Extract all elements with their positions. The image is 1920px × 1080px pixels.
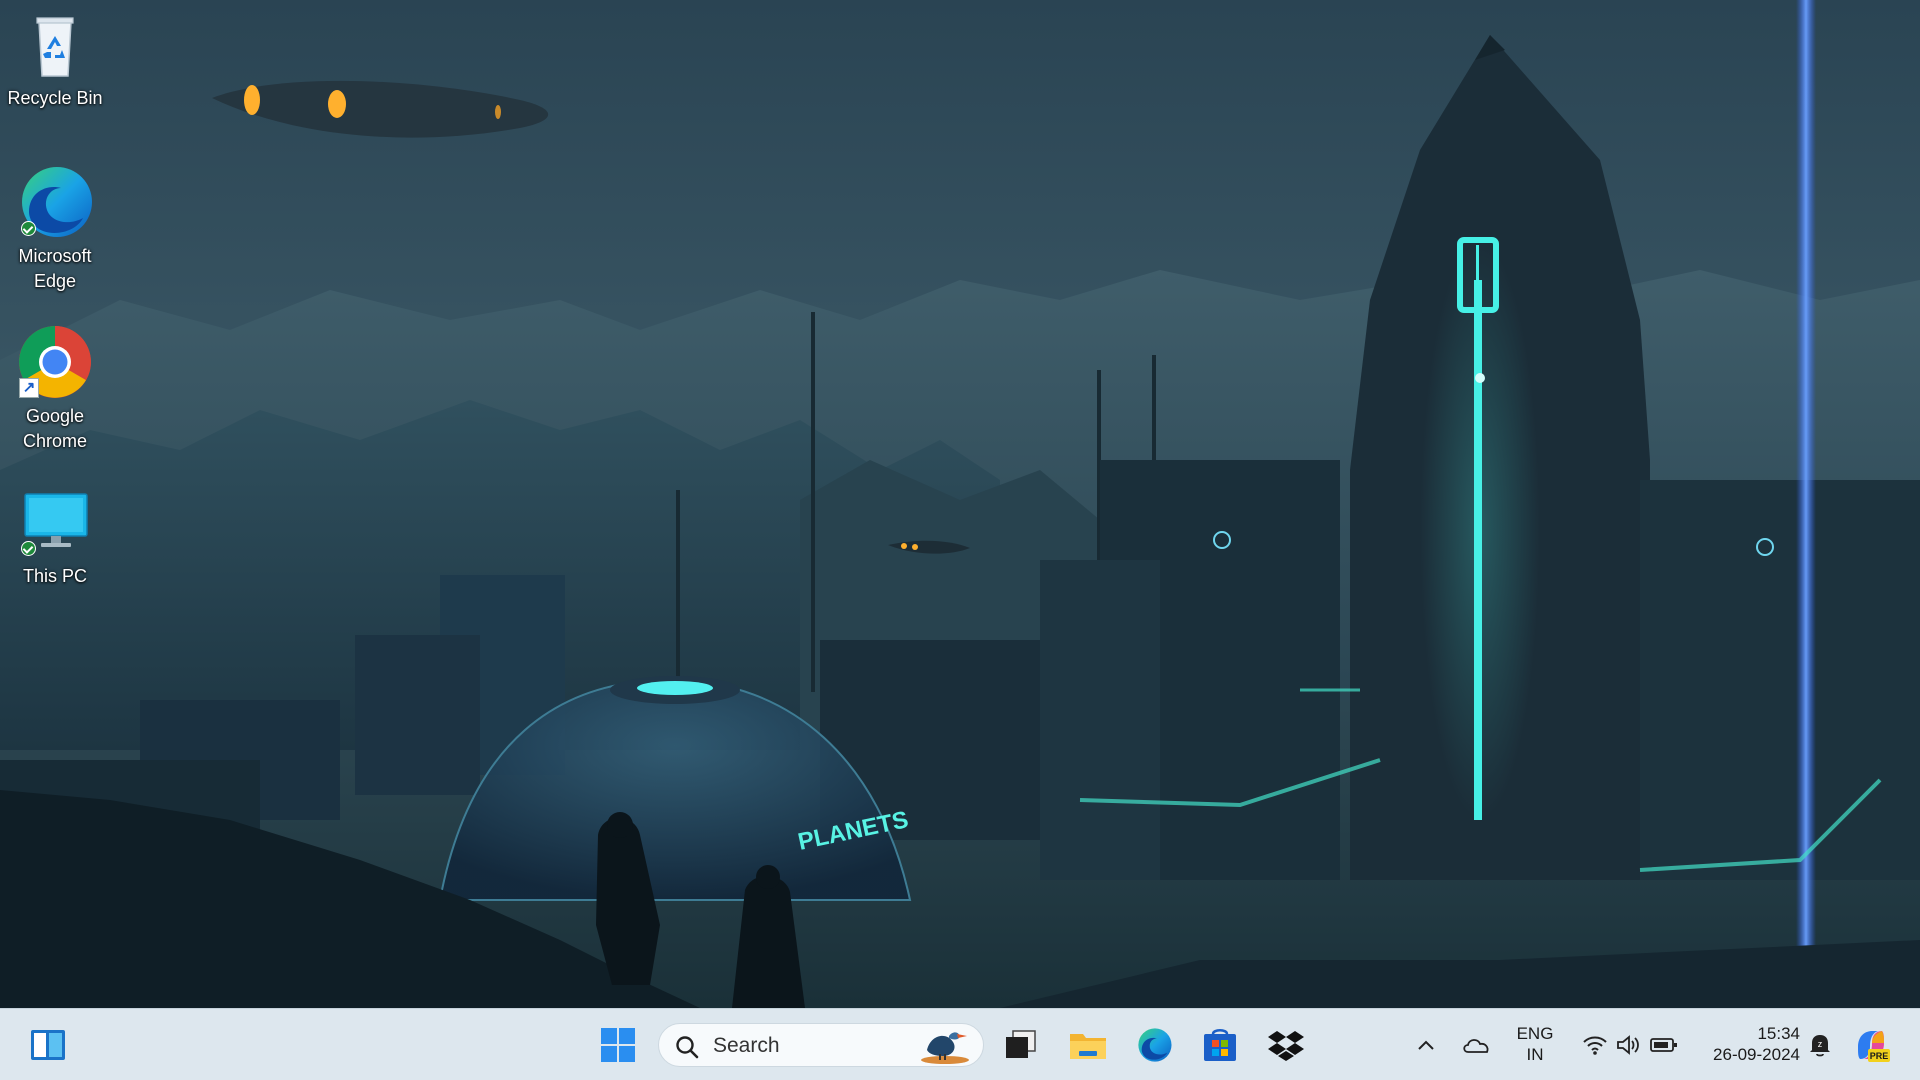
folder-icon xyxy=(1070,1034,1106,1059)
desktop-icon-label: Google Chrome xyxy=(22,406,88,451)
desktop-wallpaper: PLANETS xyxy=(0,0,1920,1008)
copilot-button[interactable]: PRE xyxy=(1846,1021,1896,1069)
copilot-badge: PRE xyxy=(1870,1051,1889,1061)
task-view-button[interactable] xyxy=(996,1021,1044,1069)
edge-icon xyxy=(1138,1028,1172,1062)
widgets-icon xyxy=(31,1030,65,1060)
desktop-icon-this-pc[interactable]: This PC xyxy=(0,484,110,589)
store-icon xyxy=(1204,1029,1236,1061)
edge-taskbar-button[interactable] xyxy=(1130,1021,1178,1069)
onedrive-cloud-icon xyxy=(1463,1039,1489,1053)
onedrive-button[interactable] xyxy=(1454,1021,1498,1069)
edge-icon xyxy=(17,164,93,240)
taskbar: Search ENG IN 15:34 26-09-2024 z PRE xyxy=(0,1008,1920,1080)
dropbox-icon xyxy=(1268,1031,1304,1061)
input-language-indicator[interactable]: ENG IN xyxy=(1510,1023,1560,1065)
desktop-icon-microsoft-edge[interactable]: Microsoft Edge xyxy=(0,164,110,294)
desktop-icon-label: Microsoft Edge xyxy=(18,246,92,291)
notification-do-not-disturb-icon: z xyxy=(1810,1035,1830,1057)
widgets-button[interactable] xyxy=(24,1021,72,1069)
task-view-icon xyxy=(1006,1030,1036,1058)
copilot-pre-icon: PRE xyxy=(1858,1031,1890,1062)
clock-date: 26-09-2024 xyxy=(1713,1045,1800,1064)
show-hidden-icons-button[interactable] xyxy=(1406,1021,1446,1069)
clock-time: 15:34 xyxy=(1757,1024,1800,1043)
desktop-icon-label: This PC xyxy=(22,566,87,586)
volume-icon xyxy=(1617,1035,1639,1055)
language-code: ENG xyxy=(1516,1024,1554,1043)
chevron-up-icon xyxy=(1418,1040,1434,1050)
file-explorer-button[interactable] xyxy=(1064,1021,1112,1069)
region-code: IN xyxy=(1526,1045,1544,1064)
clock[interactable]: 15:34 26-09-2024 xyxy=(1690,1023,1800,1065)
monitor-icon xyxy=(17,484,93,560)
desktop-icon-recycle-bin[interactable]: Recycle Bin xyxy=(0,6,110,111)
dropbox-button[interactable] xyxy=(1262,1021,1310,1069)
microsoft-store-button[interactable] xyxy=(1196,1021,1244,1069)
shortcut-arrow-icon: ↗ xyxy=(19,378,39,398)
taskbar-search[interactable]: Search xyxy=(658,1023,984,1067)
battery-icon xyxy=(1650,1038,1677,1052)
notifications-button[interactable]: z xyxy=(1800,1021,1840,1069)
search-icon xyxy=(676,1036,699,1059)
chrome-icon: ↗ xyxy=(17,324,93,400)
tower-neon-sign xyxy=(1420,237,1540,820)
windows-start-icon xyxy=(601,1028,635,1062)
sync-status-icon xyxy=(21,541,36,556)
svg-text:z: z xyxy=(1818,1039,1823,1049)
desktop-icon-google-chrome[interactable]: ↗ Google Chrome xyxy=(0,324,110,454)
quick-settings-button[interactable] xyxy=(1570,1021,1690,1069)
desktop-icon-label: Recycle Bin xyxy=(7,88,103,108)
sync-status-icon xyxy=(21,221,36,236)
start-button[interactable] xyxy=(594,1021,642,1069)
search-placeholder: Search xyxy=(713,1034,780,1057)
search-highlight-bird-icon xyxy=(921,1032,969,1064)
recycle-bin-icon xyxy=(17,6,93,82)
wifi-icon xyxy=(1583,1036,1607,1055)
